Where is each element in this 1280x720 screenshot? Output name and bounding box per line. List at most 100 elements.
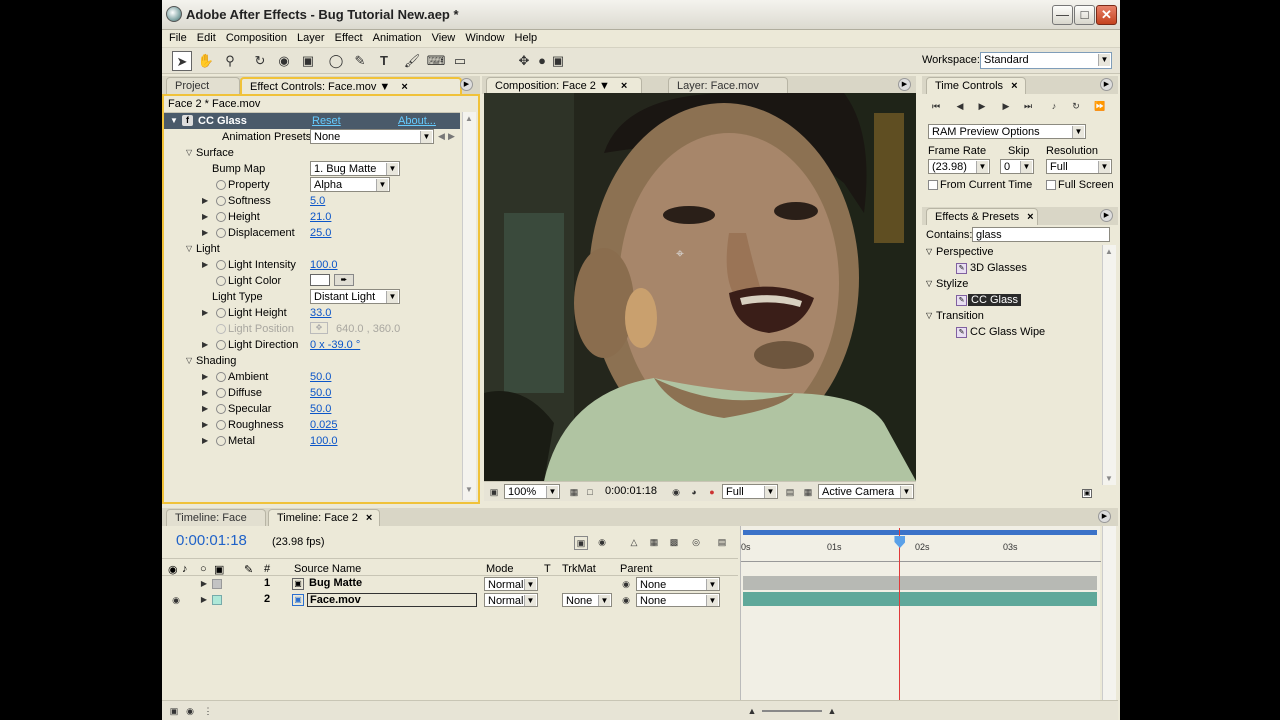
new-folder-icon[interactable]: ▣ xyxy=(1082,489,1092,498)
tree-category-stylize[interactable]: ▽ Stylize xyxy=(924,277,1102,293)
effect-panel-scrollbar[interactable]: ▲ ▼ xyxy=(462,112,476,500)
skip-dropdown[interactable]: 0 ▼ xyxy=(1000,159,1034,174)
panel-menu-icon[interactable]: ▶ xyxy=(1100,209,1113,222)
expand-triangle-icon[interactable]: ▶ xyxy=(202,340,208,349)
layer-row-bug-matte[interactable]: ▶ 1 ▣ Bug Matte Normal ▼ ◉ None ▼ xyxy=(168,576,736,592)
stopwatch-icon[interactable] xyxy=(216,404,226,414)
brush-tool-icon[interactable]: 🖌 xyxy=(402,51,422,71)
full-screen-checkbox[interactable] xyxy=(1046,180,1056,190)
menu-file[interactable]: File xyxy=(162,30,187,44)
region-icon[interactable]: □ xyxy=(584,486,596,498)
parent-column[interactable]: Parent xyxy=(620,563,652,575)
minimize-button[interactable]: — xyxy=(1052,5,1073,25)
menu-edit[interactable]: Edit xyxy=(190,30,216,44)
color-channels-icon[interactable]: ● xyxy=(706,486,718,498)
stopwatch-icon[interactable] xyxy=(216,340,226,350)
layer-row-face-mov[interactable]: ◉ ▶ 2 ▣ Face.mov Normal ▼ None ▼ ◉ None ▼ xyxy=(168,592,736,608)
first-frame-icon[interactable]: ⏮ xyxy=(930,100,942,112)
source-name-column[interactable]: Source Name xyxy=(294,563,361,575)
menu-view[interactable]: View xyxy=(425,30,456,44)
light-intensity-value[interactable]: 100.0 xyxy=(310,259,338,271)
type-tool-icon[interactable]: T xyxy=(374,51,394,71)
tab-timeline-face[interactable]: Timeline: Face xyxy=(166,509,266,526)
fx-toggle-icon[interactable]: f xyxy=(182,115,193,126)
stopwatch-icon[interactable] xyxy=(216,260,226,270)
stopwatch-icon[interactable] xyxy=(216,196,226,206)
panel-menu-icon[interactable]: ▶ xyxy=(898,78,911,91)
frame-rate-dropdown[interactable]: (23.98) ▼ xyxy=(928,159,990,174)
collapse-triangle-icon[interactable]: ▽ xyxy=(186,148,192,157)
menu-animation[interactable]: Animation xyxy=(366,30,422,44)
expand-triangle-icon[interactable]: ▶ xyxy=(202,308,208,317)
eye-icon[interactable]: ◉ xyxy=(170,594,182,606)
pickwhip-icon[interactable]: ◉ xyxy=(620,578,632,590)
light-direction-value[interactable]: 0 x -39.0 ° xyxy=(310,339,360,351)
parent-dropdown[interactable]: None ▼ xyxy=(636,593,720,607)
resolution-dropdown[interactable]: Full ▼ xyxy=(722,484,778,499)
tree-item-3d-glasses[interactable]: ✎ 3D Glasses xyxy=(924,261,1102,277)
timeline-current-time[interactable]: 0:00:01:18 xyxy=(176,532,247,549)
menu-effect[interactable]: Effect xyxy=(328,30,363,44)
label-color-swatch[interactable] xyxy=(212,579,222,589)
collapse-triangle-icon[interactable]: ▼ xyxy=(170,116,178,125)
displacement-value[interactable]: 25.0 xyxy=(310,227,331,239)
stopwatch-icon[interactable] xyxy=(216,308,226,318)
expand-triangle-icon[interactable]: ▶ xyxy=(202,404,208,413)
tab-timeline-face-2[interactable]: Timeline: Face 2 × xyxy=(268,509,380,526)
layer-bar-bug-matte[interactable] xyxy=(743,576,1097,590)
axis-mode-icon[interactable]: ✥ xyxy=(514,51,534,71)
zoom-tool-icon[interactable]: ⚲ xyxy=(220,51,240,71)
tab-effect-controls[interactable]: Effect Controls: Face.mov ▼ × xyxy=(240,77,462,94)
about-link[interactable]: About... xyxy=(398,115,436,127)
bump-map-dropdown[interactable]: 1. Bug Matte ▼ xyxy=(310,161,400,176)
diffuse-value[interactable]: 50.0 xyxy=(310,387,331,399)
selection-tool-icon[interactable]: ➤ xyxy=(172,51,192,71)
surface-group[interactable]: ▽ Surface xyxy=(164,145,462,161)
pan-behind-tool-icon[interactable]: ▣ xyxy=(298,51,318,71)
timeline-graph-area[interactable]: 0s 01s 02s 03s xyxy=(740,526,1101,720)
mask-tool-icon[interactable]: ◯ xyxy=(326,51,346,71)
expand-triangle-icon[interactable]: ▶ xyxy=(198,578,210,590)
layer-name[interactable]: Bug Matte xyxy=(309,577,362,589)
tree-item-cc-glass[interactable]: ✎ CC Glass xyxy=(924,293,1102,309)
collapse-triangle-icon[interactable]: ▽ xyxy=(186,244,192,253)
maximize-button[interactable]: □ xyxy=(1074,5,1095,25)
animation-presets-dropdown[interactable]: None ▼ xyxy=(310,129,434,144)
orbit-camera-tool-icon[interactable]: ◉ xyxy=(274,51,294,71)
reset-link[interactable]: Reset xyxy=(312,115,341,127)
scroll-up-icon[interactable]: ▲ xyxy=(1105,247,1113,256)
hand-tool-icon[interactable]: ✋ xyxy=(196,51,216,71)
show-snapshot-icon[interactable]: ◕ xyxy=(688,486,700,498)
timeline-zoom-slider[interactable] xyxy=(762,710,822,712)
expand-triangle-icon[interactable]: ▶ xyxy=(202,388,208,397)
menu-window[interactable]: Window xyxy=(458,30,504,44)
trkmat-column[interactable]: TrkMat xyxy=(562,563,596,575)
panel-menu-icon[interactable]: ▶ xyxy=(1100,78,1113,91)
workspace-dropdown[interactable]: Standard ▼ xyxy=(980,52,1112,69)
metal-value[interactable]: 100.0 xyxy=(310,435,338,447)
expand-triangle-icon[interactable]: ▶ xyxy=(202,420,208,429)
ambient-value[interactable]: 50.0 xyxy=(310,371,331,383)
eraser-tool-icon[interactable]: ▭ xyxy=(450,51,470,71)
stopwatch-icon[interactable] xyxy=(216,372,226,382)
transparency-grid-icon[interactable]: ▦ xyxy=(802,486,814,498)
expand-modes-icon[interactable]: ◉ xyxy=(184,705,196,717)
pen-tool-icon[interactable]: ✎ xyxy=(350,51,370,71)
next-frame-icon[interactable]: ▶ xyxy=(1000,100,1012,112)
expand-triangle-icon[interactable]: ▶ xyxy=(202,196,208,205)
safe-margins-icon[interactable]: ▦ xyxy=(568,486,580,498)
softness-value[interactable]: 5.0 xyxy=(310,195,325,207)
scroll-down-icon[interactable]: ▼ xyxy=(1105,474,1113,483)
motion-blur-icon[interactable]: ▩ xyxy=(668,536,680,548)
property-dropdown[interactable]: Alpha ▼ xyxy=(310,177,390,192)
brainstorm-icon[interactable]: ▤ xyxy=(716,536,728,548)
zoom-dropdown[interactable]: 100% ▼ xyxy=(504,484,560,499)
timeline-scrollbar[interactable] xyxy=(1102,526,1116,720)
light-group[interactable]: ▽ Light xyxy=(164,241,462,257)
mode-column[interactable]: Mode xyxy=(486,563,514,575)
snapshot-icon[interactable]: ◉ xyxy=(670,486,682,498)
stopwatch-icon[interactable] xyxy=(216,388,226,398)
ram-preview-dropdown[interactable]: RAM Preview Options ▼ xyxy=(928,124,1086,139)
expand-triangle-icon[interactable]: ▶ xyxy=(198,594,210,606)
expand-triangle-icon[interactable]: ▶ xyxy=(202,436,208,445)
